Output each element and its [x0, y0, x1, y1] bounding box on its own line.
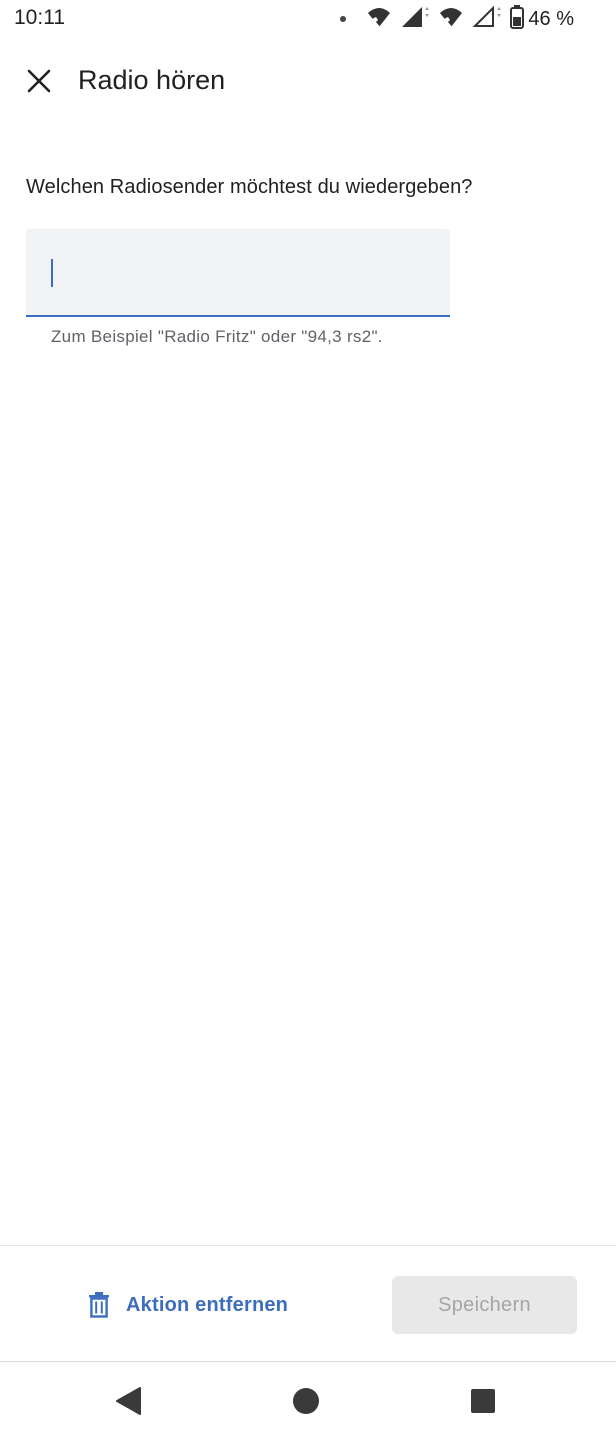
recents-icon [471, 1389, 495, 1413]
navigation-bar [0, 1361, 616, 1438]
app-bar: Radio hören [0, 48, 616, 114]
save-button[interactable]: Speichern [392, 1276, 577, 1334]
trash-icon [89, 1292, 109, 1318]
signal-icon [400, 5, 430, 34]
notification-dot-icon [340, 16, 347, 22]
close-icon [27, 69, 51, 93]
battery-icon [510, 4, 525, 34]
back-button[interactable] [111, 1384, 145, 1418]
status-bar: 10:11 46 % [0, 0, 616, 40]
wifi-call-icon [438, 5, 464, 34]
status-time: 10:11 [14, 6, 65, 29]
radio-station-field[interactable] [26, 229, 450, 317]
helper-text: Zum Beispiel "Radio Fritz" oder "94,3 rs… [51, 327, 383, 346]
bottom-action-bar: Aktion entfernen Speichern [0, 1245, 616, 1362]
home-button[interactable] [289, 1384, 323, 1418]
home-icon [293, 1388, 319, 1414]
screen: 10:11 46 % Radio hören Welchen Radiosend… [0, 0, 616, 1438]
wifi-call-icon [366, 5, 392, 34]
remove-action-label: Aktion entfernen [126, 1293, 289, 1316]
signal-icon [472, 5, 502, 34]
page-title: Radio hören [78, 65, 226, 95]
text-caret [51, 259, 53, 287]
recents-button[interactable] [466, 1384, 500, 1418]
back-icon [116, 1387, 141, 1415]
close-button[interactable] [18, 60, 60, 102]
status-icons: 46 % [332, 4, 574, 34]
battery-percentage: 46 % [528, 7, 574, 30]
question-label: Welchen Radiosender möchtest du wiederge… [26, 176, 473, 198]
remove-action-button[interactable]: Aktion entfernen [88, 1288, 288, 1322]
radio-station-input[interactable] [50, 251, 434, 297]
